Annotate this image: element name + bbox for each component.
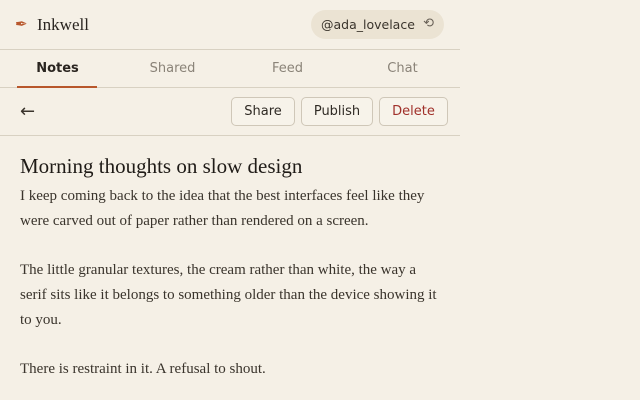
tab-notes[interactable]: Notes xyxy=(0,50,115,88)
note-body[interactable]: I keep coming back to the idea that the … xyxy=(20,184,445,400)
tab-label: Shared xyxy=(149,61,196,76)
note-paragraph: The little granular textures, the cream … xyxy=(20,262,437,328)
user-account-pill[interactable]: @ada_lovelace ⟲ xyxy=(311,10,444,39)
user-handle: @ada_lovelace xyxy=(321,17,415,32)
note-toolbar: ← Share Publish Delete xyxy=(0,88,460,136)
tab-label: Notes xyxy=(36,61,79,76)
tab-chat[interactable]: Chat xyxy=(345,50,460,87)
share-button[interactable]: Share xyxy=(231,97,295,126)
delete-button[interactable]: Delete xyxy=(379,97,448,126)
tab-label: Feed xyxy=(271,61,303,76)
publish-button[interactable]: Publish xyxy=(301,97,373,126)
back-arrow-icon[interactable]: ← xyxy=(20,101,35,123)
note-paragraph: I keep coming back to the idea that the … xyxy=(20,188,425,229)
app-window: ✒ Inkwell @ada_lovelace ⟲ Notes Shared F… xyxy=(0,0,640,400)
quill-pen-icon: ✒ xyxy=(15,15,28,33)
tab-bar: Notes Shared Feed Chat xyxy=(0,50,460,88)
sync-icon[interactable]: ⟲ xyxy=(423,16,434,32)
app-header: ✒ Inkwell @ada_lovelace ⟲ xyxy=(0,0,460,50)
tab-label: Chat xyxy=(387,61,418,76)
note-paragraph: There is restraint in it. A refusal to s… xyxy=(20,361,266,377)
tab-shared[interactable]: Shared xyxy=(115,50,230,87)
notes-panel: ✒ Inkwell @ada_lovelace ⟲ Notes Shared F… xyxy=(0,0,460,400)
tab-feed[interactable]: Feed xyxy=(230,50,345,87)
note-title: Morning thoughts on slow design xyxy=(20,154,303,178)
app-title: Inkwell xyxy=(37,15,89,34)
